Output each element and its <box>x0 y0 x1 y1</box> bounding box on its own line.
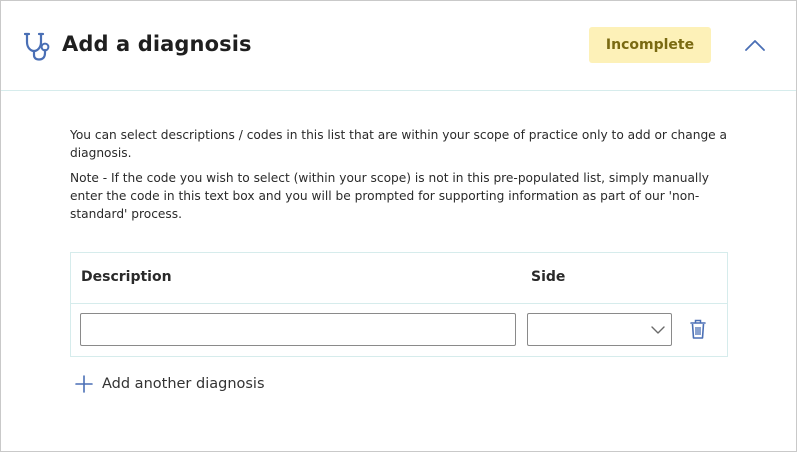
side-select[interactable] <box>527 313 672 346</box>
intro-paragraph-scope: You can select descriptions / codes in t… <box>70 128 728 160</box>
diagnosis-card: Add a diagnosis Incomplete You can selec… <box>0 0 797 452</box>
chevron-down-icon <box>651 326 665 334</box>
status-badge: Incomplete <box>589 27 711 63</box>
chevron-up-icon[interactable] <box>740 31 770 61</box>
add-another-diagnosis-button[interactable]: Add another diagnosis <box>74 372 265 396</box>
description-input[interactable] <box>80 313 516 346</box>
add-another-diagnosis-label: Add another diagnosis <box>102 376 265 392</box>
diagnosis-table: Description Side <box>70 252 728 357</box>
plus-icon <box>75 375 93 393</box>
card-header: Add a diagnosis Incomplete <box>1 1 796 91</box>
intro-paragraph-note: Note - If the code you wish to select (w… <box>70 171 709 221</box>
trash-icon[interactable] <box>688 318 708 340</box>
column-header-side: Side <box>531 269 566 285</box>
card-title: Add a diagnosis <box>62 32 252 56</box>
table-header: Description Side <box>71 253 727 304</box>
intro-text: You can select descriptions / codes in t… <box>70 126 740 230</box>
stethoscope-icon <box>24 32 50 61</box>
column-header-description: Description <box>81 269 172 285</box>
